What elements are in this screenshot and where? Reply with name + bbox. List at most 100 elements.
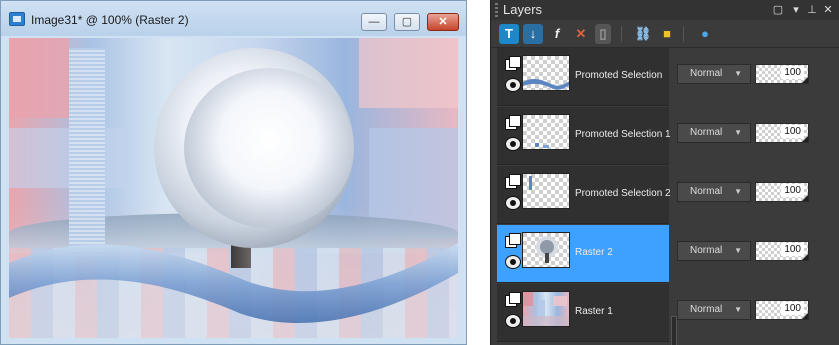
opacity-value: 100 [781,125,804,138]
layer-group-icon[interactable] [505,56,521,71]
image-frame [0,36,467,345]
canvas-pink-block [9,38,69,118]
restore-icon[interactable]: ▢ [771,3,785,17]
layer-cell[interactable]: Promoted Selection 1 [497,107,671,165]
opacity-field[interactable]: 100 [755,182,809,202]
layer-thumbnail [522,232,570,268]
chevron-down-icon: ▼ [734,305,742,314]
toolbar-separator [621,26,622,42]
layer-cell[interactable]: Raster 2 [497,225,669,283]
visibility-eye-icon[interactable] [505,196,521,210]
thumbnail-marks [535,143,549,148]
layer-cell[interactable]: Raster 1 [497,284,669,342]
blend-mode-value: Normal [690,304,723,315]
delete-layer-icon[interactable]: ✕ [571,24,591,44]
layer-group-icon[interactable] [505,174,521,189]
new-adjustment-layer-icon[interactable]: f [547,24,567,44]
window-gap [467,0,490,345]
thumbnail-wave [523,78,569,90]
blend-mode-value: Normal [690,186,723,197]
layer-row[interactable]: Promoted Selection Normal ▼ 100 [491,48,839,107]
opacity-slider-icon[interactable] [802,254,808,260]
new-raster-layer-icon[interactable]: T [499,24,519,44]
thumbnail-marks [529,176,532,190]
blend-mode-value: Normal [690,127,723,138]
thumbnail-pattern [523,292,569,326]
layer-group-icon[interactable] [505,115,521,130]
layer-name: Raster 1 [575,306,613,317]
panel-splitter-handle[interactable] [671,316,677,345]
image-window-titlebar[interactable]: Image31* @ 100% (Raster 2) — ▢ ✕ [0,0,467,36]
layer-row[interactable]: Promoted Selection 1 Normal ▼ 100 [491,107,839,166]
layer-row[interactable]: Promoted Selection 2 Normal ▼ 100 [491,166,839,225]
blend-mode-value: Normal [690,68,723,79]
layer-thumbnail [522,291,570,327]
blend-mode-dropdown[interactable]: Normal ▼ [677,182,751,202]
visibility-eye-icon[interactable] [505,78,521,92]
blend-mode-dropdown[interactable]: Normal ▼ [677,241,751,261]
layers-panel: Layers ▢ ▾ ⊥ ✕ T ↓ f ✕ ▯ ⛓ ■ ● Promoted … [490,0,839,345]
layer-group-icon[interactable] [505,233,521,248]
layer-cell[interactable]: Promoted Selection [497,48,669,106]
canvas-pink-block-right [359,38,458,108]
layer-group-icon[interactable] [505,292,521,307]
layer-name: Promoted Selection 1 [575,129,671,140]
blend-mode-dropdown[interactable]: Normal ▼ [677,300,751,320]
opacity-value: 100 [781,184,804,197]
maximize-button[interactable]: ▢ [394,13,420,31]
layer-list: Promoted Selection Normal ▼ 100 Promoted… [491,48,839,345]
opacity-slider-icon[interactable] [802,77,808,83]
document-icon [9,12,25,26]
opacity-field[interactable]: 100 [755,300,809,320]
chevron-down-icon: ▼ [734,187,742,196]
opacity-value: 100 [781,302,804,315]
layer-thumbnail [522,173,570,209]
image-window: Image31* @ 100% (Raster 2) — ▢ ✕ [0,0,467,345]
visibility-eye-icon[interactable] [505,314,521,328]
lock-transparency-icon[interactable]: ■ [657,24,677,44]
link-layers-icon[interactable]: ⛓ [633,24,653,44]
opacity-field[interactable]: 100 [755,123,809,143]
close-icon[interactable]: ✕ [821,3,835,17]
pin-icon[interactable]: ⊥ [805,3,819,17]
toolbar-separator [683,26,684,42]
chevron-down-icon: ▼ [734,128,742,137]
image-canvas[interactable] [9,38,458,338]
image-window-title: Image31* @ 100% (Raster 2) [31,13,189,27]
blend-mode-dropdown[interactable]: Normal ▼ [677,64,751,84]
opacity-value: 100 [781,243,804,256]
dropdown-icon[interactable]: ▾ [789,3,803,17]
layer-cell[interactable]: Promoted Selection 2 [497,166,671,224]
edit-selection-icon[interactable]: ● [695,24,715,44]
thumbnail-tree [536,236,558,263]
new-vector-layer-icon[interactable]: ↓ [523,24,543,44]
opacity-field[interactable]: 100 [755,64,809,84]
layer-name: Promoted Selection 2 [575,188,671,199]
tree-crown-highlight [184,68,354,228]
canvas-wave [9,243,458,338]
layer-row-selected[interactable]: Raster 2 Normal ▼ 100 [491,225,839,284]
panel-grip-icon[interactable] [495,3,498,17]
opacity-field[interactable]: 100 [755,241,809,261]
opacity-slider-icon[interactable] [802,313,808,319]
blend-mode-dropdown[interactable]: Normal ▼ [677,123,751,143]
layer-thumbnail [522,114,570,150]
layers-panel-header[interactable]: Layers ▢ ▾ ⊥ ✕ [491,0,839,20]
layer-name: Raster 2 [575,247,613,258]
opacity-slider-icon[interactable] [802,195,808,201]
opacity-slider-icon[interactable] [802,136,808,142]
blend-mode-value: Normal [690,245,723,256]
layers-panel-title: Layers [503,2,543,17]
layer-properties-icon[interactable]: ▯ [595,24,611,44]
close-button[interactable]: ✕ [427,13,459,31]
visibility-eye-icon[interactable] [505,255,521,269]
minimize-button[interactable]: — [361,13,387,31]
chevron-down-icon: ▼ [734,246,742,255]
visibility-eye-icon[interactable] [505,137,521,151]
layer-row[interactable]: Raster 1 Normal ▼ 100 [491,284,839,343]
layer-thumbnail [522,55,570,91]
layer-name: Promoted Selection [575,70,663,81]
opacity-value: 100 [781,66,804,79]
chevron-down-icon: ▼ [734,69,742,78]
layers-toolbar: T ↓ f ✕ ▯ ⛓ ■ ● [491,20,839,48]
